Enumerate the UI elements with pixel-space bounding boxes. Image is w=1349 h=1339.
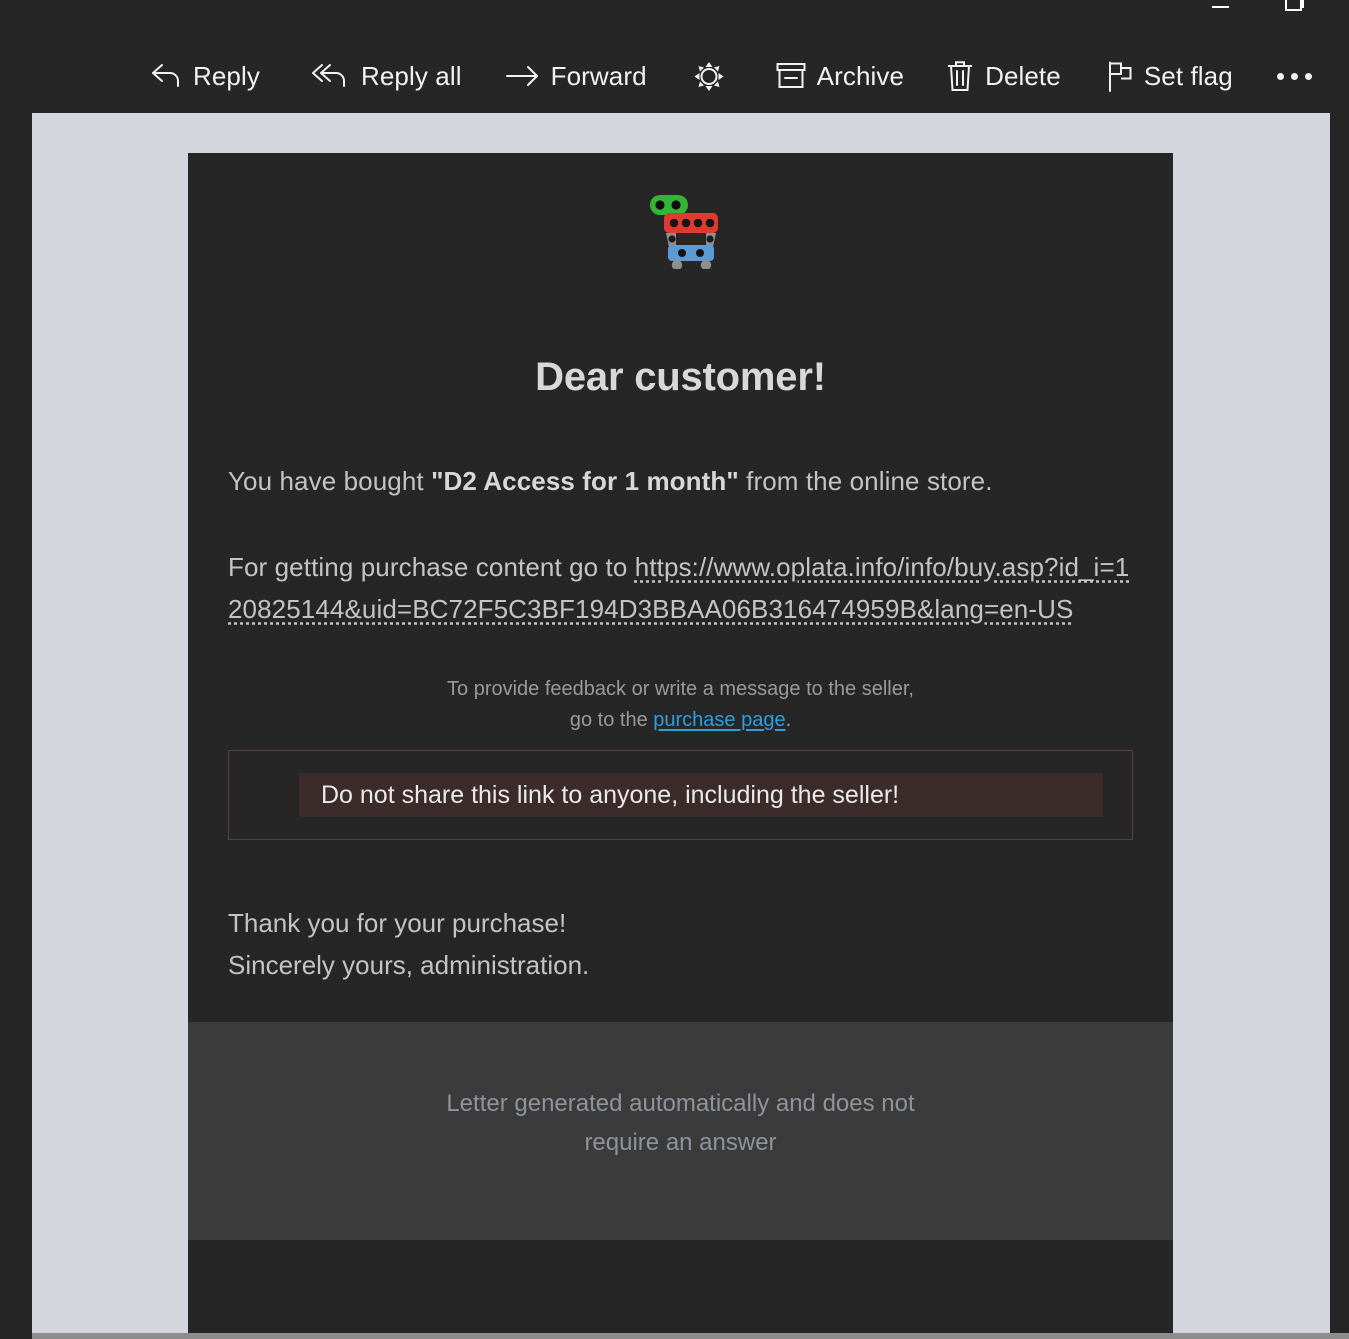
reply-all-label: Reply all — [360, 60, 462, 91]
set-flag-label: Set flag — [1143, 60, 1233, 91]
email-message-card: Dear customer! You have bought "D2 Acces… — [188, 153, 1173, 1333]
delete-label: Delete — [985, 60, 1061, 91]
email-body: Dear customer! You have bought "D2 Acces… — [188, 153, 1173, 1022]
warning-box: Do not share this link to anyone, includ… — [228, 750, 1133, 840]
logo-wrapper — [228, 181, 1133, 273]
signoff-line-1: Thank you for your purchase! — [228, 908, 567, 938]
minimize-icon — [1211, 5, 1229, 8]
feedback-suffix: . — [785, 709, 792, 731]
purchase-page-link[interactable]: purchase page — [653, 709, 785, 731]
feedback-prefix: go to the — [569, 709, 654, 731]
footer-line-2: require an answer — [584, 1129, 777, 1156]
junk-sunburst-icon — [693, 60, 725, 92]
trash-icon — [946, 60, 974, 92]
product-name: "D2 Access for 1 month" — [431, 466, 739, 496]
delete-button[interactable]: Delete — [946, 61, 1061, 92]
restore-button[interactable] — [1279, 0, 1309, 14]
window-bottom-edge-left — [0, 1333, 32, 1339]
page-title: Dear customer! — [535, 355, 826, 399]
reply-all-icon — [311, 61, 350, 91]
purchase-prefix: You have bought — [228, 466, 432, 496]
minimize-button[interactable] — [1205, 0, 1235, 14]
signoff-block: Thank you for your purchase! Sincerely y… — [228, 902, 1133, 986]
footer-line-1: Letter generated automatically and does … — [446, 1090, 915, 1117]
reply-all-button[interactable]: Reply all — [311, 60, 462, 92]
window-controls — [1205, 0, 1309, 14]
signoff-line-2: Sincerely yours, administration. — [228, 950, 590, 980]
archive-label: Archive — [816, 60, 905, 91]
feedback-line-2: go to the purchase page. — [228, 705, 1133, 736]
archive-box-icon — [776, 62, 806, 90]
warning-text: Do not share this link to anyone, includ… — [299, 773, 1103, 817]
window-bottom-edge — [0, 1333, 1349, 1339]
ellipsis-icon — [1273, 72, 1316, 80]
feedback-line-1: To provide feedback or write a message t… — [447, 678, 914, 700]
message-toolbar: Reply Reply all Forward Archive Delete S… — [0, 43, 1349, 109]
reply-button[interactable]: Reply — [150, 61, 260, 92]
archive-button[interactable]: Archive — [776, 61, 904, 92]
restore-icon — [1285, 0, 1304, 11]
purchase-suffix: from the online store. — [738, 466, 993, 496]
more-options-button[interactable] — [1273, 72, 1327, 80]
reading-pane: Dear customer! You have bought "D2 Acces… — [32, 113, 1330, 1333]
reply-icon — [150, 61, 182, 91]
junk-button[interactable] — [693, 60, 736, 92]
set-flag-button[interactable]: Set flag — [1107, 61, 1233, 92]
purchase-link-line: For getting purchase content go to https… — [228, 546, 1133, 630]
feedback-note: To provide feedback or write a message t… — [228, 674, 1133, 736]
forward-label: Forward — [550, 60, 647, 91]
purchase-line: You have bought "D2 Access for 1 month" … — [228, 460, 1133, 502]
shopping-cart-icon — [649, 195, 718, 269]
forward-arrow-icon — [505, 65, 540, 87]
forward-button[interactable]: Forward — [505, 60, 647, 92]
link-line-prefix: For getting purchase content go to — [228, 552, 635, 582]
reply-label: Reply — [193, 60, 260, 91]
email-footer: Letter generated automatically and does … — [188, 1022, 1173, 1240]
flag-icon — [1107, 61, 1133, 92]
